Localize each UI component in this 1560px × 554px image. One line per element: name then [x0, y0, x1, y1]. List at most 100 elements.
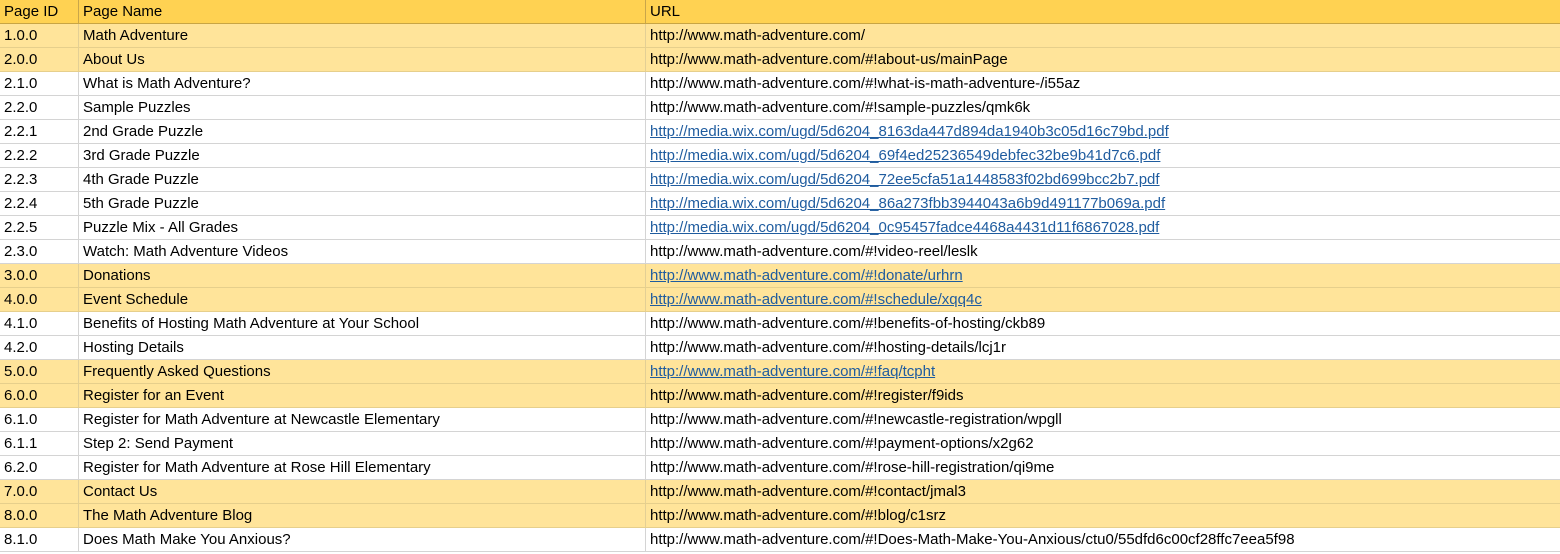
page-id-cell[interactable]: 6.1.0 — [0, 408, 79, 431]
page-id-cell[interactable]: 1.0.0 — [0, 24, 79, 47]
page-id-cell[interactable]: 2.2.4 — [0, 192, 79, 215]
url-link[interactable]: http://media.wix.com/ugd/5d6204_69f4ed25… — [650, 147, 1160, 164]
page-id-cell[interactable]: 8.0.0 — [0, 504, 79, 527]
url-cell[interactable]: http://www.math-adventure.com/#!video-re… — [646, 240, 1560, 263]
page-name-cell[interactable]: Hosting Details — [79, 336, 646, 359]
table-row: 6.0.0 Register for an Event http://www.m… — [0, 384, 1560, 408]
url-cell[interactable]: http://media.wix.com/ugd/5d6204_8163da44… — [646, 120, 1560, 143]
url-cell[interactable]: http://www.math-adventure.com/#!hosting-… — [646, 336, 1560, 359]
url-cell[interactable]: http://www.math-adventure.com/#!benefits… — [646, 312, 1560, 335]
page-id-cell[interactable]: 8.1.0 — [0, 528, 79, 551]
table-row: 2.2.1 2nd Grade Puzzle http://media.wix.… — [0, 120, 1560, 144]
url-cell[interactable]: http://www.math-adventure.com/#!blog/c1s… — [646, 504, 1560, 527]
table-row: 4.0.0 Event Schedule http://www.math-adv… — [0, 288, 1560, 312]
url-cell[interactable]: http://media.wix.com/ugd/5d6204_72ee5cfa… — [646, 168, 1560, 191]
page-name-cell[interactable]: About Us — [79, 48, 646, 71]
table-row: 2.2.2 3rd Grade Puzzle http://media.wix.… — [0, 144, 1560, 168]
page-name-cell[interactable]: Register for Math Adventure at Rose Hill… — [79, 456, 646, 479]
table-row: 2.2.0 Sample Puzzles http://www.math-adv… — [0, 96, 1560, 120]
page-name-cell[interactable]: Register for Math Adventure at Newcastle… — [79, 408, 646, 431]
url-cell[interactable]: http://www.math-adventure.com/#!about-us… — [646, 48, 1560, 71]
page-name-cell[interactable]: Benefits of Hosting Math Adventure at Yo… — [79, 312, 646, 335]
page-name-cell[interactable]: Sample Puzzles — [79, 96, 646, 119]
page-name-cell[interactable]: The Math Adventure Blog — [79, 504, 646, 527]
page-id-cell[interactable]: 2.2.5 — [0, 216, 79, 239]
url-cell[interactable]: http://media.wix.com/ugd/5d6204_86a273fb… — [646, 192, 1560, 215]
url-cell[interactable]: http://www.math-adventure.com/#!register… — [646, 384, 1560, 407]
url-cell[interactable]: http://www.math-adventure.com/#!faq/tcph… — [646, 360, 1560, 383]
header-page-id[interactable]: Page ID — [0, 0, 79, 23]
url-link[interactable]: http://media.wix.com/ugd/5d6204_86a273fb… — [650, 195, 1165, 212]
table-row: 3.0.0 Donations http://www.math-adventur… — [0, 264, 1560, 288]
page-id-cell[interactable]: 2.2.1 — [0, 120, 79, 143]
page-name-cell[interactable]: Contact Us — [79, 480, 646, 503]
page-id-cell[interactable]: 5.0.0 — [0, 360, 79, 383]
page-id-cell[interactable]: 2.1.0 — [0, 72, 79, 95]
url-cell[interactable]: http://www.math-adventure.com/#!newcastl… — [646, 408, 1560, 431]
page-id-cell[interactable]: 4.1.0 — [0, 312, 79, 335]
header-page-name[interactable]: Page Name — [79, 0, 646, 23]
url-cell[interactable]: http://www.math-adventure.com/#!rose-hil… — [646, 456, 1560, 479]
table-row: 8.1.0 Does Math Make You Anxious? http:/… — [0, 528, 1560, 552]
page-id-cell[interactable]: 2.2.0 — [0, 96, 79, 119]
url-cell[interactable]: http://www.math-adventure.com/ — [646, 24, 1560, 47]
url-cell[interactable]: http://www.math-adventure.com/#!Does-Mat… — [646, 528, 1560, 551]
table-row: 4.2.0 Hosting Details http://www.math-ad… — [0, 336, 1560, 360]
header-url[interactable]: URL — [646, 0, 1560, 23]
table-row: 2.2.4 5th Grade Puzzle http://media.wix.… — [0, 192, 1560, 216]
table-row: 2.1.0 What is Math Adventure? http://www… — [0, 72, 1560, 96]
page-name-cell[interactable]: 2nd Grade Puzzle — [79, 120, 646, 143]
table-row: 6.1.0 Register for Math Adventure at New… — [0, 408, 1560, 432]
table-row: 2.2.5 Puzzle Mix - All Grades http://med… — [0, 216, 1560, 240]
page-id-cell[interactable]: 3.0.0 — [0, 264, 79, 287]
table-row: 1.0.0 Math Adventure http://www.math-adv… — [0, 24, 1560, 48]
page-id-cell[interactable]: 4.2.0 — [0, 336, 79, 359]
page-name-cell[interactable]: Donations — [79, 264, 646, 287]
page-id-cell[interactable]: 2.0.0 — [0, 48, 79, 71]
page-name-cell[interactable]: Math Adventure — [79, 24, 646, 47]
page-name-cell[interactable]: 3rd Grade Puzzle — [79, 144, 646, 167]
table-row: 6.1.1 Step 2: Send Payment http://www.ma… — [0, 432, 1560, 456]
page-name-cell[interactable]: Does Math Make You Anxious? — [79, 528, 646, 551]
page-id-cell[interactable]: 6.2.0 — [0, 456, 79, 479]
page-name-cell[interactable]: Step 2: Send Payment — [79, 432, 646, 455]
table-row: 2.3.0 Watch: Math Adventure Videos http:… — [0, 240, 1560, 264]
page-id-cell[interactable]: 2.2.3 — [0, 168, 79, 191]
url-cell[interactable]: http://www.math-adventure.com/#!donate/u… — [646, 264, 1560, 287]
table-row: 2.0.0 About Us http://www.math-adventure… — [0, 48, 1560, 72]
page-id-cell[interactable]: 2.2.2 — [0, 144, 79, 167]
page-name-cell[interactable]: Puzzle Mix - All Grades — [79, 216, 646, 239]
page-name-cell[interactable]: Register for an Event — [79, 384, 646, 407]
page-name-cell[interactable]: Event Schedule — [79, 288, 646, 311]
page-name-cell[interactable]: Frequently Asked Questions — [79, 360, 646, 383]
url-link[interactable]: http://media.wix.com/ugd/5d6204_0c95457f… — [650, 219, 1159, 236]
url-cell[interactable]: http://www.math-adventure.com/#!what-is-… — [646, 72, 1560, 95]
url-cell[interactable]: http://www.math-adventure.com/#!schedule… — [646, 288, 1560, 311]
page-name-cell[interactable]: 4th Grade Puzzle — [79, 168, 646, 191]
table-row: 8.0.0 The Math Adventure Blog http://www… — [0, 504, 1560, 528]
url-link[interactable]: http://www.math-adventure.com/#!donate/u… — [650, 267, 963, 284]
page-id-cell[interactable]: 4.0.0 — [0, 288, 79, 311]
page-id-cell[interactable]: 6.0.0 — [0, 384, 79, 407]
page-id-cell[interactable]: 7.0.0 — [0, 480, 79, 503]
url-link[interactable]: http://www.math-adventure.com/#!schedule… — [650, 291, 982, 308]
url-link[interactable]: http://media.wix.com/ugd/5d6204_8163da44… — [650, 123, 1169, 140]
url-cell[interactable]: http://www.math-adventure.com/#!sample-p… — [646, 96, 1560, 119]
url-cell[interactable]: http://www.math-adventure.com/#!contact/… — [646, 480, 1560, 503]
url-cell[interactable]: http://media.wix.com/ugd/5d6204_69f4ed25… — [646, 144, 1560, 167]
table-row: 7.0.0 Contact Us http://www.math-adventu… — [0, 480, 1560, 504]
url-link[interactable]: http://media.wix.com/ugd/5d6204_72ee5cfa… — [650, 171, 1160, 188]
page-id-cell[interactable]: 6.1.1 — [0, 432, 79, 455]
url-cell[interactable]: http://www.math-adventure.com/#!payment-… — [646, 432, 1560, 455]
url-link[interactable]: http://www.math-adventure.com/#!faq/tcph… — [650, 363, 935, 380]
header-row: Page ID Page Name URL — [0, 0, 1560, 24]
table-row: 6.2.0 Register for Math Adventure at Ros… — [0, 456, 1560, 480]
table-row: 5.0.0 Frequently Asked Questions http://… — [0, 360, 1560, 384]
page-name-cell[interactable]: What is Math Adventure? — [79, 72, 646, 95]
table-row: 2.2.3 4th Grade Puzzle http://media.wix.… — [0, 168, 1560, 192]
spreadsheet: Page ID Page Name URL 1.0.0 Math Adventu… — [0, 0, 1560, 554]
url-cell[interactable]: http://media.wix.com/ugd/5d6204_0c95457f… — [646, 216, 1560, 239]
page-name-cell[interactable]: 5th Grade Puzzle — [79, 192, 646, 215]
page-id-cell[interactable]: 2.3.0 — [0, 240, 79, 263]
page-name-cell[interactable]: Watch: Math Adventure Videos — [79, 240, 646, 263]
